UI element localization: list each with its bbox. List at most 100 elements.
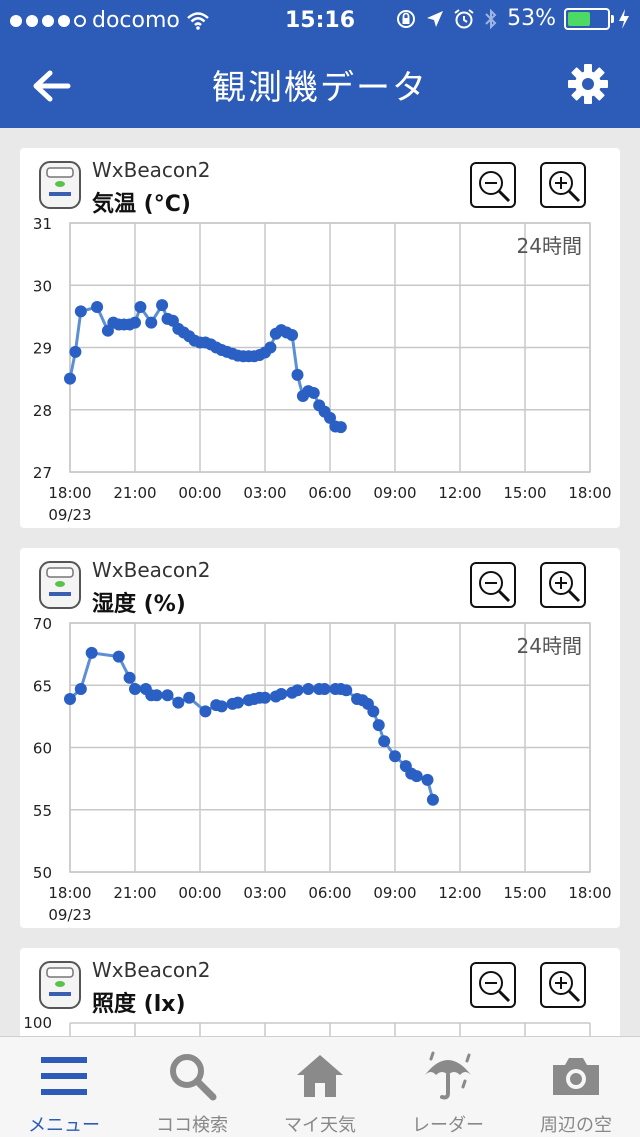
zoom-out-button[interactable]	[470, 962, 516, 1008]
range-badge: 24時間	[517, 634, 582, 658]
y-tick-label: 31	[33, 215, 52, 233]
data-point	[334, 421, 347, 434]
data-point	[421, 773, 434, 786]
data-point	[150, 689, 163, 702]
tab-nearby-sky[interactable]: 周辺の空	[512, 1037, 640, 1137]
humidity-chart: 70 65 60 55 50 18:00 21:00 00:00 03:00 06:00 09:00…	[33, 615, 612, 924]
data-point	[259, 691, 271, 704]
x-tick-label: 09:00	[373, 884, 416, 902]
bluetooth-icon	[485, 8, 497, 29]
gear-icon[interactable]	[566, 62, 610, 106]
location-arrow-icon	[427, 10, 444, 27]
x-tick-label: 15:00	[503, 884, 546, 902]
data-point	[156, 299, 169, 312]
data-point	[426, 793, 439, 806]
weather-beacon-icon	[39, 961, 81, 1009]
bottom-tab-bar: メニュー ココ検索 マイ天気 レーダー 周辺の空	[0, 1036, 640, 1137]
tab-label: マイ天気	[284, 1115, 356, 1136]
y-tick-label: 65	[33, 677, 52, 695]
y-tick-label: 50	[33, 864, 52, 882]
tab-menu[interactable]: メニュー	[0, 1037, 128, 1137]
data-point	[231, 696, 244, 709]
x-tick-label: 12:00	[438, 484, 481, 502]
x-tick-label: 18:00	[48, 884, 91, 902]
x-tick-label: 06:00	[308, 484, 351, 502]
x-tick-label: 21:00	[113, 484, 156, 502]
data-point	[85, 646, 98, 659]
data-point	[367, 705, 380, 718]
data-point	[302, 682, 315, 695]
tab-label: レーダー	[412, 1115, 484, 1136]
y-tick-label: 100	[23, 1014, 52, 1032]
x-tick-label: 00:00	[178, 484, 221, 502]
data-point	[74, 305, 87, 318]
x-tick-label: 21:00	[113, 884, 156, 902]
data-point	[389, 750, 401, 763]
y-tick-label: 27	[33, 464, 52, 482]
device-name: WxBeacon2	[92, 158, 211, 182]
data-point	[161, 689, 174, 702]
data-point	[123, 671, 136, 684]
y-tick-label: 29	[33, 340, 52, 358]
data-point	[69, 345, 82, 358]
zoom-out-icon	[479, 171, 511, 203]
x-tick-label: 09:00	[373, 484, 416, 502]
data-point	[74, 682, 87, 695]
data-point	[372, 719, 385, 732]
data-point	[112, 650, 125, 663]
zoom-out-button[interactable]	[470, 162, 516, 208]
data-point	[215, 700, 228, 713]
zoom-in-button[interactable]	[540, 962, 586, 1008]
zoom-out-icon	[479, 971, 511, 1003]
data-point	[378, 735, 391, 748]
data-point	[291, 684, 304, 697]
zoom-in-button[interactable]	[540, 562, 586, 608]
status-bar: docomo 15:16 53%	[0, 0, 640, 40]
x-tick-label: 06:00	[308, 884, 351, 902]
data-point	[286, 329, 299, 342]
zoom-in-icon	[549, 171, 581, 203]
tab-radar[interactable]: レーダー	[384, 1037, 512, 1137]
data-point	[129, 682, 141, 695]
battery-percent: 53%	[507, 6, 556, 31]
charging-icon	[619, 8, 629, 29]
y-tick-label: 30	[33, 277, 52, 295]
umbrella-icon	[425, 1051, 471, 1100]
y-tick-label: 55	[33, 802, 52, 820]
search-icon	[170, 1054, 217, 1101]
x-tick-label: 03:00	[243, 484, 286, 502]
data-point	[129, 316, 141, 329]
tab-label: 周辺の空	[540, 1115, 612, 1136]
app-header: 観測機データ	[0, 40, 640, 128]
data-point	[318, 682, 331, 695]
data-point	[64, 692, 76, 705]
menu-icon	[41, 1057, 87, 1095]
x-tick-label: 00:00	[178, 884, 221, 902]
home-icon	[297, 1055, 343, 1097]
data-point	[291, 368, 304, 381]
temperature-card: WxBeacon2 気温 (°C) 31 30 29 28 27 18:00 21:00 00…	[20, 148, 620, 528]
zoom-out-button[interactable]	[470, 562, 516, 608]
data-point	[64, 372, 76, 385]
zoom-out-icon	[479, 571, 511, 603]
data-point	[134, 301, 147, 314]
zoom-in-button[interactable]	[540, 162, 586, 208]
x-tick-label: 03:00	[243, 884, 286, 902]
data-point	[145, 316, 158, 329]
humidity-card: WxBeacon2 湿度 (%) 70 65 60 55 50 18:00 21:00 00:…	[20, 548, 620, 928]
tab-my-weather[interactable]: マイ天気	[256, 1037, 384, 1137]
data-point	[183, 691, 196, 704]
tab-search[interactable]: ココ検索	[128, 1037, 256, 1137]
data-point	[199, 705, 212, 718]
x-tick-label: 18:00	[48, 484, 91, 502]
rotation-lock-icon	[397, 9, 416, 28]
tab-label: メニュー	[28, 1115, 100, 1136]
data-point	[275, 687, 288, 700]
data-point	[410, 770, 423, 783]
tab-label: ココ検索	[156, 1115, 228, 1136]
data-point	[172, 696, 185, 709]
x-tick-label: 18:00	[568, 884, 611, 902]
data-point	[307, 386, 320, 399]
zoom-in-icon	[549, 971, 581, 1003]
battery-icon	[564, 7, 614, 30]
